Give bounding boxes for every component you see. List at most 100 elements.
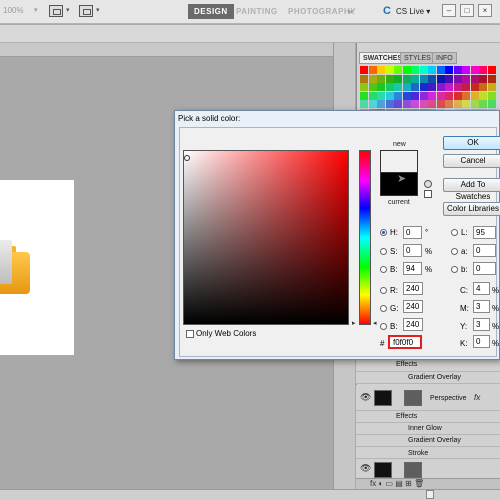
swatch[interactable] bbox=[419, 66, 428, 74]
maximize-button[interactable]: □ bbox=[460, 4, 474, 17]
swatch[interactable] bbox=[385, 91, 394, 100]
swatch[interactable] bbox=[436, 66, 445, 74]
swatch[interactable] bbox=[377, 74, 385, 83]
swatch[interactable] bbox=[394, 74, 402, 83]
swatch[interactable] bbox=[445, 74, 453, 83]
radio-b[interactable] bbox=[451, 266, 458, 273]
swatch[interactable] bbox=[445, 91, 453, 100]
radio-a[interactable] bbox=[451, 248, 458, 255]
swatch[interactable] bbox=[368, 91, 377, 100]
swatch[interactable] bbox=[402, 83, 411, 91]
swatch[interactable] bbox=[402, 74, 411, 83]
radio-green[interactable] bbox=[380, 305, 387, 312]
swatch[interactable] bbox=[445, 83, 453, 91]
swatch[interactable] bbox=[419, 100, 428, 108]
swatch[interactable] bbox=[368, 66, 377, 74]
blue-field[interactable]: 240 bbox=[403, 318, 423, 331]
arrange-documents-dropdown-icon[interactable]: ▾ bbox=[96, 6, 100, 14]
cyan-field[interactable]: 4 bbox=[473, 282, 490, 295]
swatch[interactable] bbox=[479, 66, 487, 74]
swatch[interactable] bbox=[385, 83, 394, 91]
layer-row[interactable] bbox=[356, 360, 500, 372]
swatch[interactable] bbox=[360, 100, 368, 108]
radio-brightness[interactable] bbox=[380, 266, 387, 273]
close-button[interactable]: × bbox=[478, 4, 492, 17]
swatch[interactable] bbox=[479, 83, 487, 91]
swatch[interactable] bbox=[445, 100, 453, 108]
swatch[interactable] bbox=[436, 83, 445, 91]
cancel-button[interactable]: Cancel bbox=[443, 154, 500, 168]
swatch[interactable] bbox=[368, 100, 377, 108]
web-safe-cube-icon[interactable] bbox=[424, 190, 432, 198]
layer-row[interactable] bbox=[356, 411, 500, 423]
swatch[interactable] bbox=[462, 83, 470, 91]
swatch[interactable] bbox=[453, 100, 462, 108]
b-field[interactable]: 0 bbox=[473, 262, 496, 275]
swatch[interactable] bbox=[402, 100, 411, 108]
swatch[interactable] bbox=[445, 66, 453, 74]
swatch[interactable] bbox=[394, 66, 402, 74]
swatch[interactable] bbox=[428, 66, 436, 74]
swatch[interactable] bbox=[487, 74, 496, 83]
fx-icon[interactable]: fx bbox=[474, 393, 480, 402]
add-to-swatches-button[interactable]: Add To Swatches bbox=[443, 178, 500, 201]
swatch[interactable] bbox=[462, 74, 470, 83]
swatch[interactable] bbox=[411, 100, 419, 108]
stroke-effect[interactable]: Stroke bbox=[408, 450, 428, 457]
hex-field[interactable]: f0f0f0 bbox=[388, 335, 422, 349]
swatch[interactable] bbox=[436, 100, 445, 108]
swatch[interactable] bbox=[402, 91, 411, 100]
swatch[interactable] bbox=[377, 83, 385, 91]
swatch[interactable] bbox=[487, 66, 496, 74]
swatch[interactable] bbox=[385, 100, 394, 108]
swatch[interactable] bbox=[360, 66, 368, 74]
swatch[interactable] bbox=[470, 74, 479, 83]
color-libraries-button[interactable]: Color Libraries bbox=[443, 202, 500, 216]
swatch[interactable] bbox=[470, 91, 479, 100]
radio-hue[interactable] bbox=[380, 229, 387, 236]
swatch[interactable] bbox=[479, 91, 487, 100]
swatch[interactable] bbox=[360, 83, 368, 91]
brightness-field[interactable]: 94 bbox=[403, 262, 422, 275]
swatch[interactable] bbox=[487, 91, 496, 100]
swatch[interactable] bbox=[377, 66, 385, 74]
a-field[interactable]: 0 bbox=[473, 244, 496, 257]
saturation-field[interactable]: 0 bbox=[403, 244, 422, 257]
swatch[interactable] bbox=[411, 83, 419, 91]
hue-field[interactable]: 0 bbox=[403, 226, 422, 239]
radio-red[interactable] bbox=[380, 287, 387, 294]
swatch[interactable] bbox=[368, 74, 377, 83]
swatch[interactable] bbox=[462, 100, 470, 108]
eye-icon[interactable]: 👁 bbox=[360, 463, 371, 474]
gamut-warning-icon[interactable] bbox=[424, 180, 432, 188]
radio-lightness[interactable] bbox=[451, 229, 458, 236]
hue-slider-right-handle-icon[interactable]: ◂ bbox=[373, 319, 377, 327]
swatch[interactable] bbox=[428, 74, 436, 83]
swatch[interactable] bbox=[453, 83, 462, 91]
swatch[interactable] bbox=[436, 91, 445, 100]
swatch[interactable] bbox=[419, 91, 428, 100]
swatch[interactable] bbox=[419, 83, 428, 91]
swatch[interactable] bbox=[411, 91, 419, 100]
swatch[interactable] bbox=[453, 91, 462, 100]
swatch[interactable] bbox=[428, 91, 436, 100]
lightness-field[interactable]: 95 bbox=[473, 226, 496, 239]
radio-saturation[interactable] bbox=[380, 248, 387, 255]
swatch[interactable] bbox=[428, 100, 436, 108]
magenta-field[interactable]: 3 bbox=[473, 300, 490, 313]
swatch[interactable] bbox=[411, 66, 419, 74]
swatch[interactable] bbox=[462, 91, 470, 100]
swatch[interactable] bbox=[385, 66, 394, 74]
workspace-painting[interactable]: PAINTING bbox=[230, 4, 284, 19]
swatch[interactable] bbox=[462, 66, 470, 74]
layers-bottom-icons[interactable]: fx ◐ ▭ ▤ ⊞ 🗑 bbox=[370, 479, 424, 488]
swatch[interactable] bbox=[385, 74, 394, 83]
color-field[interactable] bbox=[183, 150, 349, 325]
swatch[interactable] bbox=[453, 66, 462, 74]
swatch[interactable] bbox=[470, 66, 479, 74]
color-field-marker[interactable] bbox=[184, 155, 190, 161]
swatch[interactable] bbox=[453, 74, 462, 83]
gradient-overlay-effect[interactable]: Gradient Overlay bbox=[408, 437, 461, 444]
swatch[interactable] bbox=[419, 74, 428, 83]
swatch[interactable] bbox=[470, 100, 479, 108]
